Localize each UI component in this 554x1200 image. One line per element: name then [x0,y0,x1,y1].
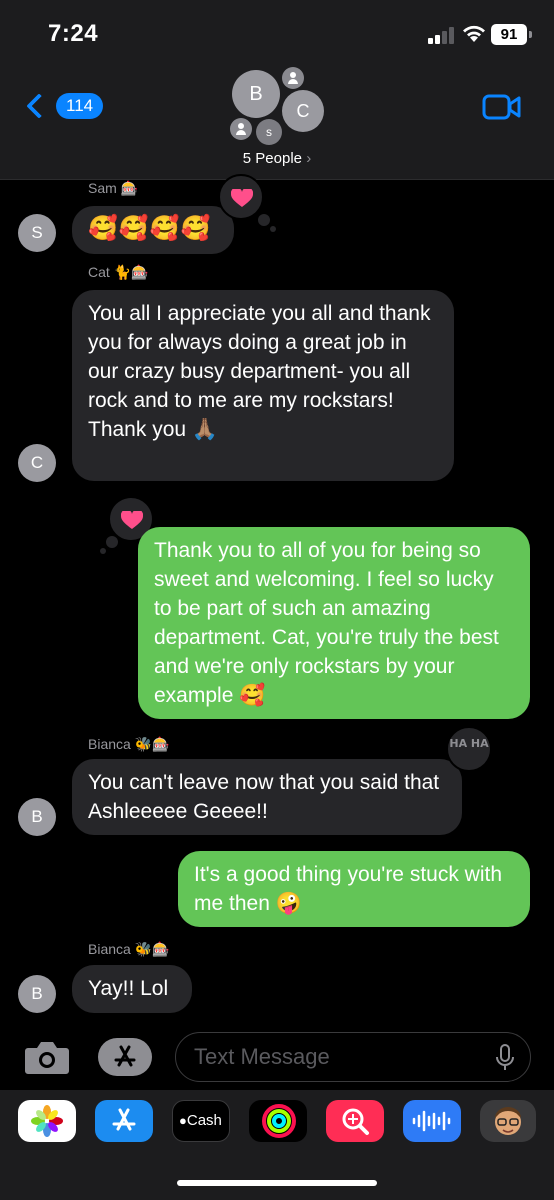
photos-app-button[interactable] [18,1100,76,1142]
app-store-icon [112,1108,136,1131]
person-icon [230,118,252,140]
apple-cash-app-button[interactable]: ●Cash [172,1100,230,1142]
group-avatar-cluster[interactable]: B C s [226,64,330,145]
group-name-label: 5 People [242,150,303,167]
message-bubble[interactable]: You can't leave now that you said that A… [72,759,462,835]
group-name-button[interactable]: 5 People › [0,150,554,167]
app-store-drawer-button[interactable] [98,1038,152,1076]
avatar[interactable]: S [18,214,56,252]
message-bubble[interactable]: 🥰🥰🥰🥰 [72,206,234,254]
haha-icon: HA HA [449,737,489,750]
avatar[interactable]: C [18,444,56,482]
avatar: B [232,70,280,118]
chevron-right-icon: › [306,150,312,167]
person-icon [282,67,304,89]
back-button[interactable]: 114 [20,88,104,124]
wifi-icon [463,25,485,42]
activity-rings-icon [262,1104,296,1138]
message-input[interactable] [175,1032,531,1082]
facetime-video-icon[interactable] [482,94,522,120]
heart-tapback[interactable] [218,174,276,232]
heart-icon [231,189,253,207]
home-indicator[interactable] [177,1180,377,1186]
avatar[interactable]: B [18,975,56,1013]
status-time: 7:24 [48,20,99,47]
photos-icon [31,1105,63,1137]
audio-waveform-icon [412,1110,451,1132]
memoji-app-button[interactable] [480,1100,536,1142]
battery-indicator: 91 [491,24,532,45]
message-bubble[interactable]: You all I appreciate you all and thank y… [72,290,454,481]
apple-cash-icon: ●Cash [179,1112,222,1129]
fitness-app-button[interactable] [249,1100,307,1142]
avatar[interactable]: B [18,798,56,836]
sender-name: Sam 🎰 [88,180,139,196]
message-bubble[interactable]: Yay!! Lol [72,965,192,1013]
unread-count-badge: 114 [56,93,104,119]
sender-name: Cat 🐈🎰 [88,264,149,280]
avatar: C [282,90,324,132]
message-bubble[interactable]: Thank you to all of you for being so swe… [138,527,530,719]
camera-icon[interactable] [24,1038,70,1076]
audio-app-button[interactable] [403,1100,461,1142]
memoji-icon [495,1107,521,1135]
conversation-header: 7:24 91 114 B C s 5 People › [0,0,554,180]
sender-name: Bianca 🐝🎰 [88,736,170,752]
avatar: s [256,119,282,145]
microphone-icon[interactable] [496,1044,514,1072]
image-search-icon [342,1108,369,1135]
sender-name: Bianca 🐝🎰 [88,941,170,957]
image-search-app-button[interactable] [326,1100,384,1142]
chevron-left-icon [26,93,52,119]
message-bubble[interactable]: It's a good thing you're stuck with me t… [178,851,530,927]
app-store-app-button[interactable] [95,1100,153,1142]
haha-tapback[interactable]: HA HA [446,726,492,772]
heart-icon [121,511,143,529]
app-store-icon [114,1045,136,1067]
cellular-signal-icon [428,26,458,44]
